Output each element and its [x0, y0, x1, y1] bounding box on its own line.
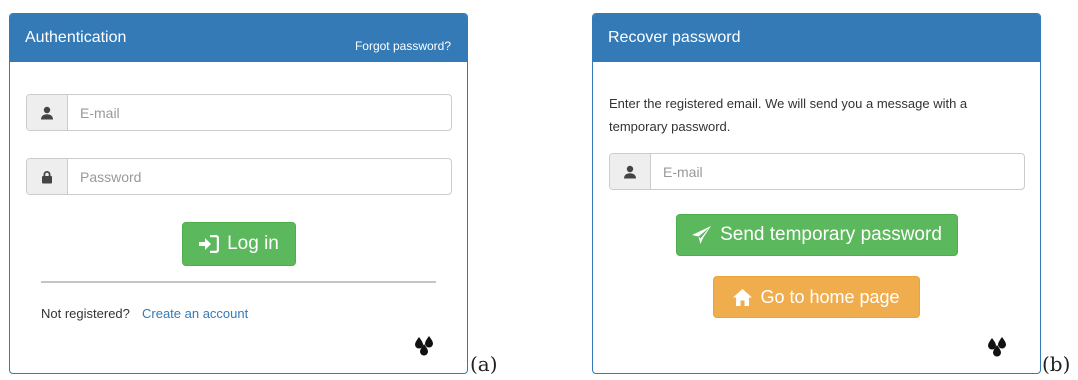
recover-panel-heading: Recover password	[593, 14, 1040, 62]
user-icon	[27, 95, 68, 130]
login-panel-heading: Authentication Forgot password?	[10, 14, 467, 62]
figure-label-b: (b)	[1042, 352, 1071, 376]
not-registered-text: Not registered?	[41, 306, 130, 321]
send-temporary-password-button[interactable]: Send temporary password	[676, 214, 958, 256]
drops-logo-icon	[415, 336, 433, 356]
home-button-label: Go to home page	[760, 286, 900, 307]
recover-panel: Recover password Enter the registered em…	[592, 13, 1041, 374]
create-account-link[interactable]: Create an account	[142, 306, 248, 322]
paper-plane-icon	[692, 226, 712, 244]
recover-email-input-group	[609, 153, 1025, 190]
figure-label-a: (a)	[470, 352, 498, 376]
login-button-label: Log in	[227, 233, 279, 254]
recover-description: Enter the registered email. We will send…	[609, 96, 968, 134]
go-home-button[interactable]: Go to home page	[713, 276, 920, 318]
forgot-password-link[interactable]: Forgot password?	[355, 39, 451, 53]
home-icon	[733, 288, 753, 306]
login-divider	[41, 281, 436, 283]
drops-logo-icon	[988, 337, 1006, 357]
password-input[interactable]	[68, 159, 451, 194]
user-icon	[610, 154, 651, 189]
login-panel: Authentication Forgot password? Log in N…	[9, 13, 468, 374]
email-input-group	[26, 94, 452, 131]
recover-email-input[interactable]	[651, 154, 1024, 189]
send-button-label: Send temporary password	[720, 224, 942, 245]
sign-in-icon	[199, 235, 220, 253]
lock-icon	[27, 159, 68, 194]
login-button[interactable]: Log in	[182, 222, 296, 266]
password-input-group	[26, 158, 452, 195]
login-panel-title: Authentication	[25, 29, 127, 46]
recover-panel-title: Recover password	[608, 29, 741, 46]
email-input[interactable]	[68, 95, 451, 130]
